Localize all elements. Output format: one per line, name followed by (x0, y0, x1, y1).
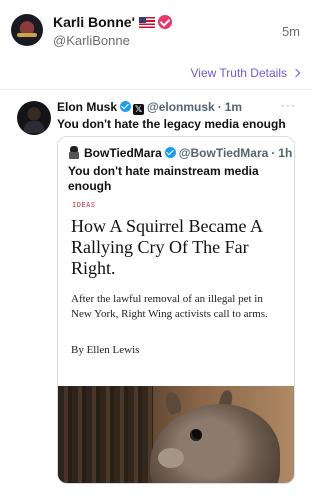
verified-badge-icon (157, 15, 172, 29)
squirrel-ear (163, 390, 183, 416)
embed-time: 1m (224, 100, 243, 114)
view-truth-details-label[interactable]: View Truth Details (191, 66, 288, 80)
quoted-time: 1h (278, 146, 293, 160)
quoted-post-header: BowTiedMara @BowTiedMara · 1h (68, 146, 292, 160)
article-section-tag: IDEAS (72, 201, 96, 209)
chevron-right-icon (291, 68, 301, 78)
post-header: Karli Bonne' @KarliBonne 5m (0, 0, 313, 60)
x-logo-icon: 𝕏 (133, 104, 145, 115)
quoted-author-handle[interactable]: @BowTiedMara (179, 146, 269, 160)
quoted-author-name[interactable]: BowTiedMara (84, 146, 162, 160)
verified-check-icon (120, 101, 132, 112)
article-description: After the lawful removal of an illegal p… (71, 293, 268, 320)
article-image (58, 386, 294, 483)
divider (0, 89, 313, 90)
squirrel-figure (150, 404, 280, 483)
embed-post-text: You don't hate the legacy media enough (57, 117, 286, 131)
view-truth-details-link[interactable]: View Truth Details (191, 66, 301, 80)
display-name[interactable]: Karli Bonne' (53, 14, 172, 30)
article-byline: By Ellen Lewis (71, 344, 140, 356)
background-shelf (58, 386, 153, 483)
squirrel-eye (190, 429, 202, 441)
embed-header: Elon Musk 𝕏 @elonmusk · 1m (57, 100, 242, 115)
quoted-avatar-icon (68, 146, 80, 159)
embed-avatar[interactable] (17, 101, 51, 135)
squirrel-snout (158, 448, 184, 468)
quoted-post-card[interactable]: BowTiedMara @BowTiedMara · 1h You don't hat… (57, 136, 295, 484)
post-timestamp: 5m (281, 24, 300, 39)
embed-author-name[interactable]: Elon Musk (57, 100, 117, 114)
embed-separator: · (217, 100, 222, 114)
display-name-text[interactable]: Karli Bonne' (53, 14, 135, 30)
user-handle[interactable]: @KarliBonne (53, 33, 130, 48)
verified-check-icon (164, 147, 176, 158)
avatar[interactable] (11, 14, 43, 46)
more-horizontal-icon[interactable]: ··· (281, 98, 296, 112)
us-flag-icon (138, 17, 155, 28)
quoted-post-text: You don't hate mainstream media enough (68, 164, 259, 193)
article-headline: How A Squirrel Became A Rallying Cry Of … (71, 216, 262, 278)
embed-author-handle[interactable]: @elonmusk (147, 100, 215, 114)
quoted-separator: · (271, 146, 276, 160)
